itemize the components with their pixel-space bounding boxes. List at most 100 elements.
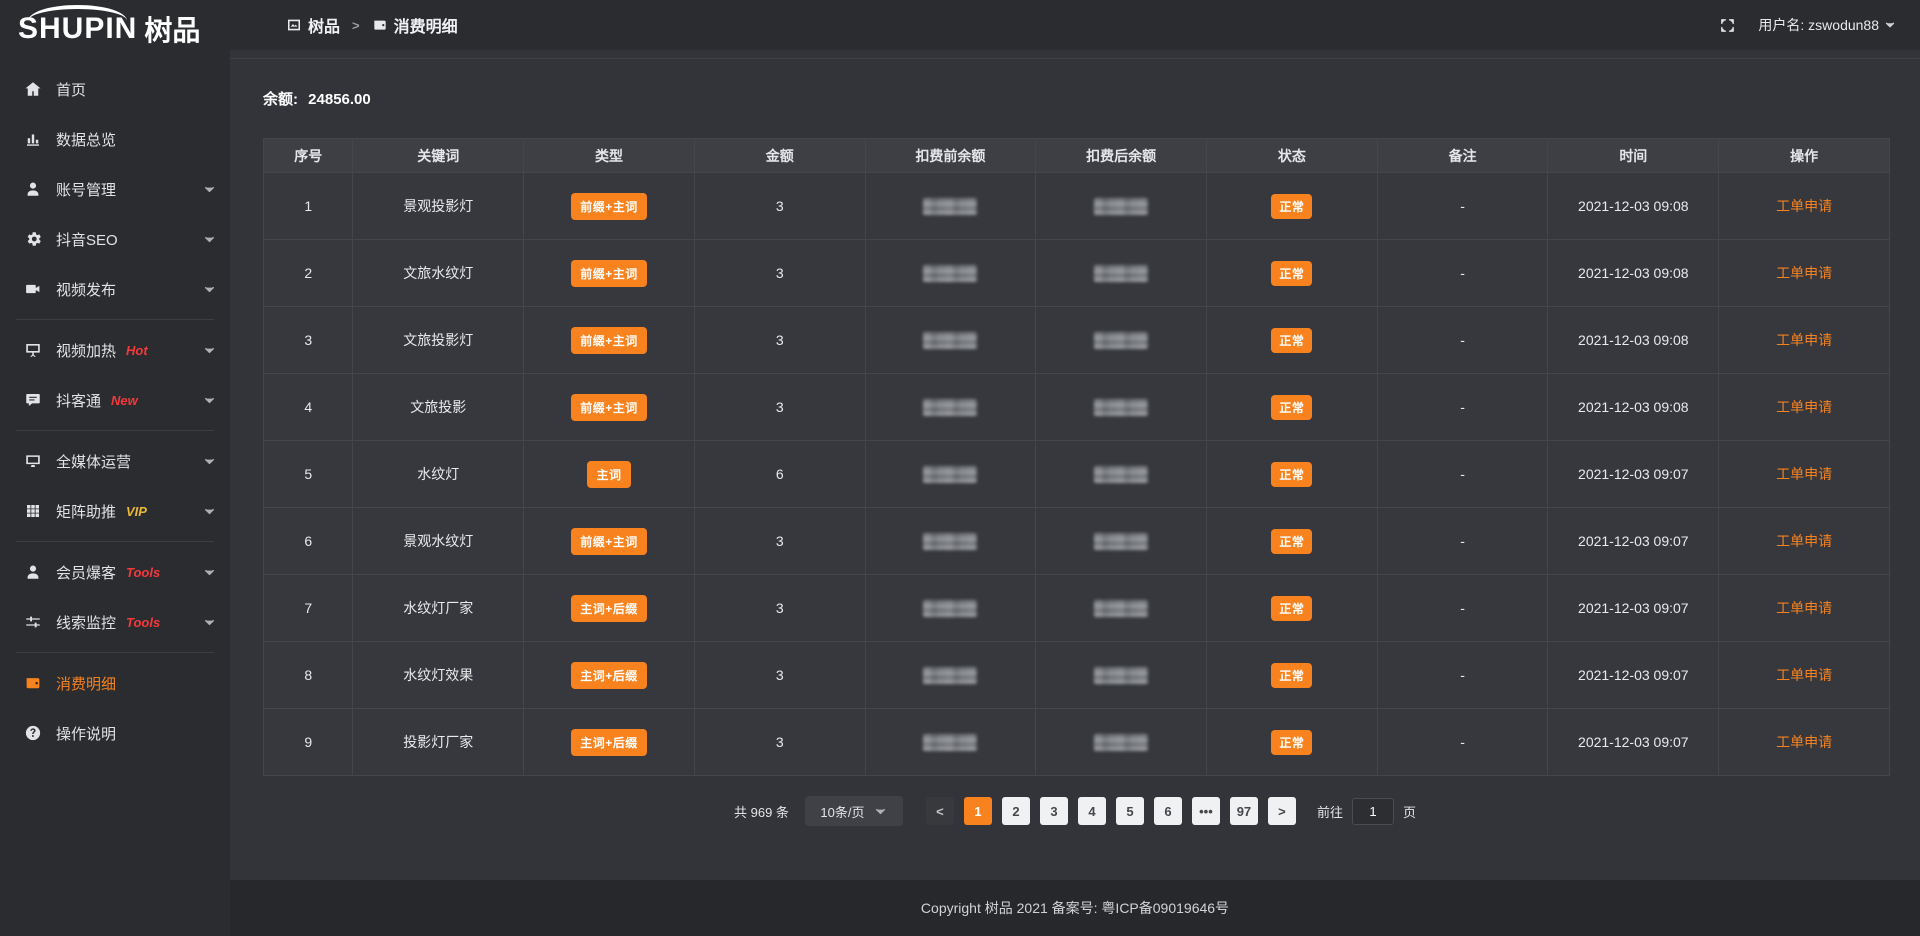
sidebar-item-data-overview[interactable]: 数据总览 [0, 114, 230, 164]
cell-keyword: 文旅投影灯 [353, 307, 524, 374]
jump-label: 前往 [1317, 802, 1343, 821]
next-page-button[interactable]: > [1268, 797, 1296, 825]
cell-amount: 3 [694, 642, 865, 709]
sidebar-item-douyin-seo[interactable]: 抖音SEO [0, 214, 230, 264]
balance-after-redacted [1094, 332, 1148, 349]
sidebar-item-label: 线索监控 [56, 612, 116, 633]
home-icon [24, 80, 42, 98]
cell-remark: - [1377, 508, 1548, 575]
sidebar-item-label: 消费明细 [56, 673, 116, 694]
cell-seq: 3 [264, 307, 353, 374]
work-order-link[interactable]: 工单申请 [1776, 265, 1832, 281]
work-order-link[interactable]: 工单申请 [1776, 466, 1832, 482]
cell-type: 主词+后缀 [524, 575, 695, 642]
cell-keyword: 景观水纹灯 [353, 508, 524, 575]
cell-keyword: 文旅投影 [353, 374, 524, 441]
work-order-link[interactable]: 工单申请 [1776, 600, 1832, 616]
cell-amount: 3 [694, 508, 865, 575]
work-order-link[interactable]: 工单申请 [1776, 533, 1832, 549]
page-button-4[interactable]: 4 [1078, 797, 1106, 825]
cell-seq: 9 [264, 709, 353, 776]
sidebar-item-account-management[interactable]: 账号管理 [0, 164, 230, 214]
cell-action: 工单申请 [1719, 240, 1890, 307]
cell-type: 前缀+主词 [524, 173, 695, 240]
cell-seq: 8 [264, 642, 353, 709]
status-badge: 正常 [1271, 194, 1312, 219]
type-badge: 主词+后缀 [571, 662, 647, 689]
jump-unit: 页 [1403, 802, 1416, 821]
page-button-2[interactable]: 2 [1002, 797, 1030, 825]
sidebar-item-consumption-detail[interactable]: 消费明细 [0, 658, 230, 708]
page-button-3[interactable]: 3 [1040, 797, 1068, 825]
prev-page-button[interactable]: < [926, 797, 954, 825]
username-value[interactable]: zswodun88 [1808, 17, 1879, 33]
cell-amount: 3 [694, 173, 865, 240]
cell-action: 工单申请 [1719, 575, 1890, 642]
sidebar-item-member-baoke[interactable]: 会员爆客Tools [0, 547, 230, 597]
cell-type: 主词+后缀 [524, 642, 695, 709]
sidebar-item-home[interactable]: 首页 [0, 64, 230, 114]
fullscreen-icon[interactable] [1719, 17, 1736, 34]
total-count: 共 969 条 [734, 802, 789, 821]
work-order-link[interactable]: 工单申请 [1776, 399, 1832, 415]
cell-balance-after [1036, 374, 1207, 441]
sidebar-item-operation-guide[interactable]: 操作说明 [0, 708, 230, 758]
work-order-link[interactable]: 工单申请 [1776, 198, 1832, 214]
breadcrumb-current: 消费明细 [394, 13, 458, 37]
pagination: 共 969 条 10条/页 < 123456 ••• 97 > 前往 页 [230, 796, 1920, 826]
cell-type: 前缀+主词 [524, 240, 695, 307]
status-badge: 正常 [1271, 663, 1312, 688]
column-header: 扣费后余额 [1036, 139, 1207, 173]
jump-page-input[interactable] [1352, 798, 1394, 825]
sidebar-item-video-heat[interactable]: 视频加热Hot [0, 325, 230, 375]
sidebar-item-badge: VIP [126, 504, 147, 519]
sidebar-item-clue-monitor[interactable]: 线索监控Tools [0, 597, 230, 647]
balance-before-redacted [923, 734, 977, 751]
sidebar-item-media-operation[interactable]: 全媒体运营 [0, 436, 230, 486]
cell-remark: - [1377, 642, 1548, 709]
breadcrumb-home[interactable]: 树品 [308, 13, 340, 37]
balance-before-redacted [923, 332, 977, 349]
column-header: 关键词 [353, 139, 524, 173]
sidebar-item-video-publish[interactable]: 视频发布 [0, 264, 230, 314]
sidebar-item-douketong[interactable]: 抖客通New [0, 375, 230, 425]
sidebar-item-badge: Tools [126, 565, 160, 580]
work-order-link[interactable]: 工单申请 [1776, 734, 1832, 750]
work-order-link[interactable]: 工单申请 [1776, 667, 1832, 683]
work-order-link[interactable]: 工单申请 [1776, 332, 1832, 348]
username-label: 用户名: [1758, 15, 1804, 35]
cell-remark: - [1377, 374, 1548, 441]
balance-before-redacted [923, 198, 977, 215]
column-header: 状态 [1207, 139, 1378, 173]
page-button-6[interactable]: 6 [1154, 797, 1182, 825]
sidebar-item-matrix-boost[interactable]: 矩阵助推VIP [0, 486, 230, 536]
sidebar-item-label: 全媒体运营 [56, 451, 131, 472]
cell-remark: - [1377, 173, 1548, 240]
cell-keyword: 水纹灯厂家 [353, 575, 524, 642]
cell-status: 正常 [1207, 709, 1378, 776]
column-header: 操作 [1719, 139, 1890, 173]
question-icon [24, 724, 42, 742]
type-badge: 前缀+主词 [571, 193, 647, 220]
cell-balance-before [865, 642, 1036, 709]
cell-balance-before [865, 709, 1036, 776]
cell-time: 2021-12-03 09:07 [1548, 642, 1719, 709]
page-button-97[interactable]: 97 [1230, 797, 1258, 825]
table-row: 2 文旅水纹灯 前缀+主词 3 正常 - 2021-12-03 09:08 工单… [264, 240, 1890, 307]
status-badge: 正常 [1271, 529, 1312, 554]
balance-before-redacted [923, 533, 977, 550]
page-button-5[interactable]: 5 [1116, 797, 1144, 825]
chevron-down-icon[interactable] [1884, 19, 1896, 31]
grid-icon [24, 502, 42, 520]
chevron-down-icon [203, 344, 216, 357]
cell-type: 主词+后缀 [524, 709, 695, 776]
page-size-select[interactable]: 10条/页 [805, 796, 903, 826]
consumption-table-wrap: 序号关键词类型金额扣费前余额扣费后余额状态备注时间操作 1 景观投影灯 前缀+主… [263, 138, 1890, 776]
page-button-ellipsis[interactable]: ••• [1192, 797, 1220, 825]
chat-icon [24, 391, 42, 409]
cell-status: 正常 [1207, 307, 1378, 374]
page-button-1[interactable]: 1 [964, 797, 992, 825]
cell-action: 工单申请 [1719, 374, 1890, 441]
sidebar-divider [16, 319, 214, 320]
type-badge: 前缀+主词 [571, 327, 647, 354]
